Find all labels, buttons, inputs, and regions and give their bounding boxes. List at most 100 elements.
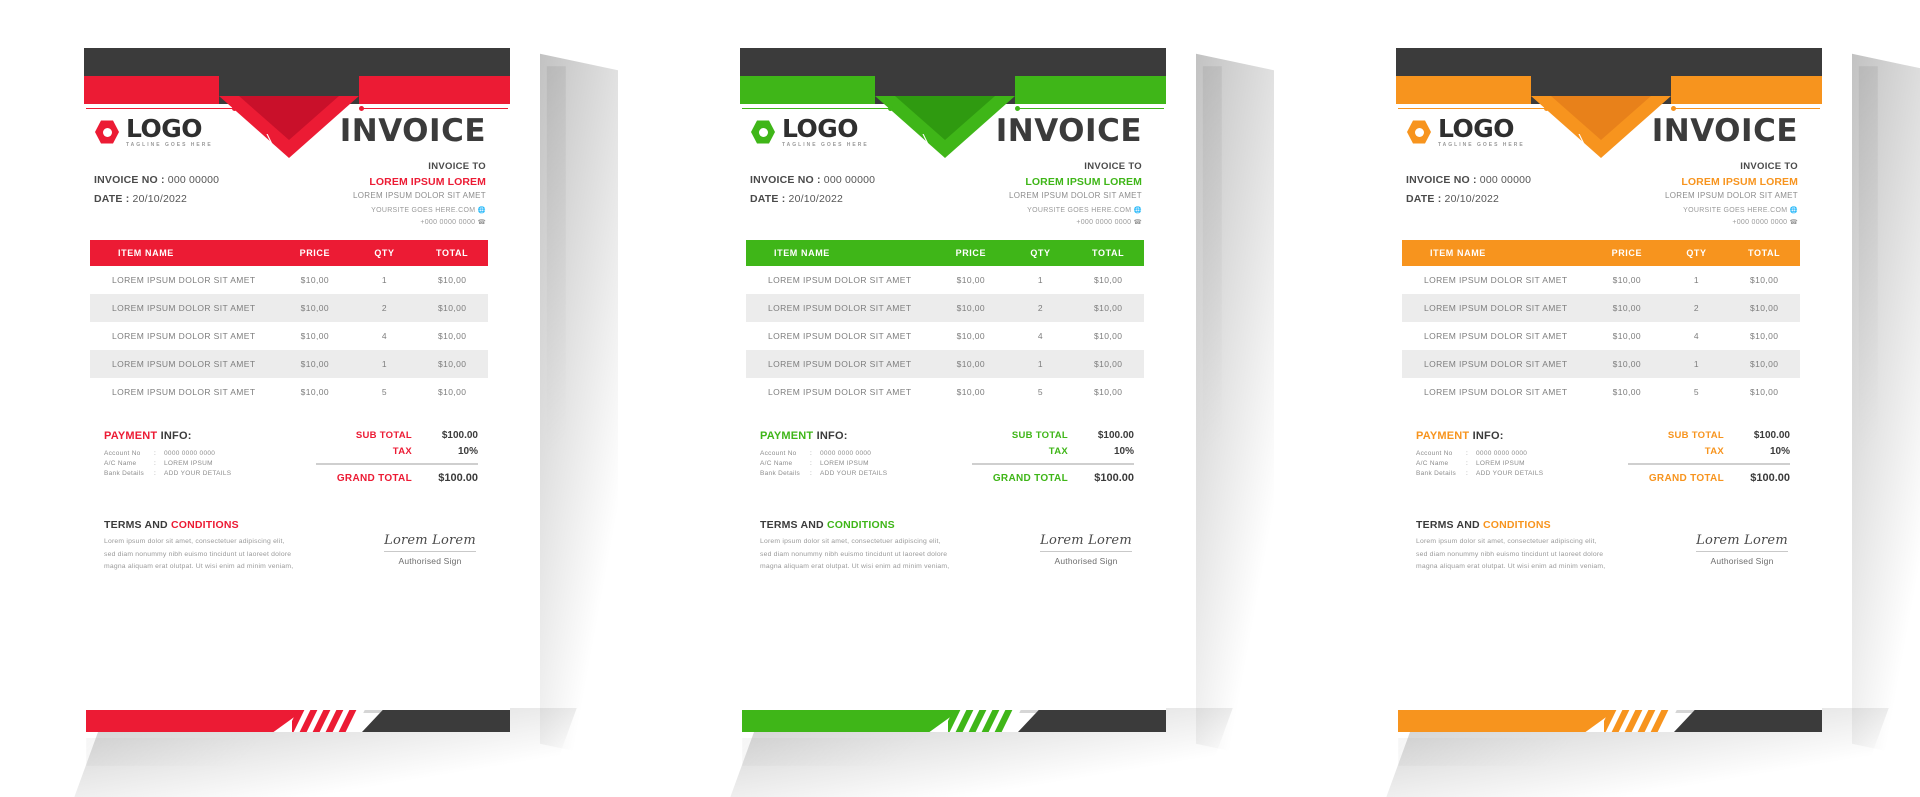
- payment-detail-separator: :: [154, 470, 157, 477]
- table-row: LOREM IPSUM DOLOR SIT AMET $10,00 5 $10,00: [90, 378, 488, 406]
- payment-detail-value: LOREM IPSUM: [1476, 460, 1525, 467]
- table-row: LOREM IPSUM DOLOR SIT AMET $10,00 1 $10,00: [90, 350, 488, 378]
- footer-accent-bar: [86, 710, 304, 732]
- footer-stripes: [292, 710, 372, 732]
- column-header-qty: QTY: [1030, 248, 1051, 258]
- terms-section: TERMS AND CONDITIONS Lorem ipsum dolor si…: [1402, 519, 1800, 574]
- invoice-date-label: DATE :: [750, 193, 789, 205]
- invoice-to-phone: +000 0000 0000 ☎: [340, 218, 486, 226]
- hexagon-logo-icon: [750, 119, 776, 145]
- cell-price: $10,00: [300, 359, 330, 369]
- logo-hex-center: [102, 127, 112, 137]
- terms-title: TERMS AND CONDITIONS: [104, 519, 294, 531]
- cell-item-name: LOREM IPSUM DOLOR SIT AMET: [112, 331, 256, 341]
- table-row: LOREM IPSUM DOLOR SIT AMET $10,00 2 $10,00: [1402, 294, 1800, 322]
- sub-total-label: SUB TOTAL: [355, 430, 412, 441]
- column-header-price: PRICE: [955, 248, 987, 258]
- grand-total-value: $100.00: [1094, 472, 1134, 484]
- header-dot-right: [359, 106, 364, 111]
- header-left: LOGO TAGLINE GOES HERE INVOICE NO : 000 00…: [94, 116, 219, 226]
- invoice-number-value: 000 00000: [167, 174, 220, 186]
- invoice-number: INVOICE NO : 000 00000: [750, 174, 875, 186]
- table-row: LOREM IPSUM DOLOR SIT AMET $10,00 5 $10,00: [1402, 378, 1800, 406]
- grand-total-label: GRAND TOTAL: [1648, 472, 1724, 484]
- logo-hex-center: [758, 127, 768, 137]
- cell-item-name: LOREM IPSUM DOLOR SIT AMET: [112, 359, 256, 369]
- tax-label: TAX: [392, 446, 412, 457]
- logo-wordmark: LOGO: [782, 114, 859, 143]
- payment-info-title-accent: PAYMENT: [760, 430, 817, 442]
- cell-total: $10,00: [1093, 303, 1123, 313]
- terms-title: TERMS AND CONDITIONS: [760, 519, 950, 531]
- header-body: LOGO TAGLINE GOES HERE INVOICE NO : 000 00…: [724, 114, 1166, 227]
- cell-price: $10,00: [956, 387, 986, 397]
- cell-price: $10,00: [956, 303, 986, 313]
- invoice-date-label: DATE :: [94, 193, 133, 205]
- cell-price: $10,00: [1612, 303, 1642, 313]
- cell-price: $10,00: [300, 303, 330, 313]
- cell-total: $10,00: [1093, 275, 1123, 285]
- cell-qty: 1: [1693, 359, 1700, 369]
- website-text: YOURSITE GOES HERE.COM: [1683, 207, 1790, 214]
- terms-and-conditions: TERMS AND CONDITIONS Lorem ipsum dolor si…: [90, 519, 294, 574]
- logo: LOGO TAGLINE GOES HERE: [94, 116, 219, 148]
- globe-icon: 🌐: [1789, 207, 1798, 214]
- invoice-to-website: YOURSITE GOES HERE.COM 🌐: [340, 206, 486, 214]
- invoice-header: LOGO TAGLINE GOES HERE INVOICE NO : 000 00…: [724, 48, 1166, 227]
- footer-dark-bar: [1674, 710, 1822, 732]
- cell-qty: 4: [1037, 331, 1044, 341]
- cell-qty: 1: [1037, 359, 1044, 369]
- payment-info-title-accent: PAYMENT: [1416, 430, 1473, 442]
- terms-body-text: Lorem ipsum dolor sit amet, consectetuer…: [760, 538, 950, 571]
- invoice-footer: [724, 710, 1166, 732]
- invoice-to-name: LOREM IPSUM LOREM: [1681, 176, 1798, 188]
- invoice-to-website: YOURSITE GOES HERE.COM 🌐: [996, 206, 1142, 214]
- invoice-to-phone: +000 0000 0000 ☎: [996, 218, 1142, 226]
- invoice-header: LOGO TAGLINE GOES HERE INVOICE NO : 000 00…: [68, 48, 510, 226]
- payment-info-title-accent: PAYMENT: [104, 430, 161, 442]
- signature-line: [1040, 551, 1132, 552]
- totals-row: GRAND TOTAL $100.00: [1628, 472, 1790, 484]
- cell-qty: 2: [381, 303, 388, 313]
- column-header-qty: QTY: [374, 248, 395, 258]
- sub-total-value: $100.00: [441, 430, 478, 441]
- cell-qty: 1: [381, 275, 388, 285]
- terms-title-dark: TERMS AND: [760, 519, 827, 531]
- items-table: ITEM NAME PRICE QTY TOTAL LOREM IPSUM DOLOR …: [746, 240, 1144, 406]
- invoice-number-label: INVOICE NO :: [94, 174, 168, 186]
- website-text: YOURSITE GOES HERE.COM: [1027, 207, 1134, 214]
- logo-wordmark: LOGO: [1438, 114, 1515, 143]
- logo: LOGO TAGLINE GOES HERE: [1406, 116, 1531, 148]
- header-hairline-left: [742, 108, 890, 109]
- cell-item-name: LOREM IPSUM DOLOR SIT AMET: [1424, 359, 1568, 369]
- terms-and-conditions: TERMS AND CONDITIONS Lorem ipsum dolor si…: [1402, 519, 1606, 574]
- website-text: YOURSITE GOES HERE.COM: [371, 207, 478, 214]
- payment-detail-key: Bank Details: [1416, 470, 1457, 477]
- sub-total-value: $100.00: [1753, 430, 1790, 441]
- invoice-date: DATE : 20/10/2022: [750, 193, 875, 205]
- table-row: LOREM IPSUM DOLOR SIT AMET $10,00 1 $10,00: [1402, 350, 1800, 378]
- payment-detail-row: Account No:0000 0000 0000: [104, 450, 231, 457]
- payment-detail-separator: :: [810, 450, 813, 457]
- cell-item-name: LOREM IPSUM DOLOR SIT AMET: [1424, 331, 1568, 341]
- table-row: LOREM IPSUM DOLOR SIT AMET $10,00 1 $10,00: [746, 350, 1144, 378]
- column-header-total: TOTAL: [436, 248, 469, 258]
- logo-wordmark: LOGO: [126, 114, 203, 143]
- cell-total: $10,00: [1749, 275, 1779, 285]
- cell-item-name: LOREM IPSUM DOLOR SIT AMET: [112, 303, 256, 313]
- invoice-to-address: LOREM IPSUM DOLOR SIT AMET: [352, 191, 486, 200]
- cell-price: $10,00: [956, 359, 986, 369]
- payment-detail-value: 0000 0000 0000: [820, 450, 872, 457]
- totals-box: SUB TOTAL $100.00 TAX 10% GRAND TOTAL $100.00: [1628, 430, 1800, 489]
- payment-detail-separator: :: [1466, 470, 1469, 477]
- signature-name: Lorem Lorem: [1696, 533, 1788, 548]
- signature-line: [384, 551, 476, 552]
- totals-row: TAX 10%: [972, 446, 1134, 457]
- header-hairline-right: [1016, 108, 1164, 109]
- logo-text: LOGO TAGLINE GOES HERE: [1438, 116, 1525, 148]
- payment-detail-value: 0000 0000 0000: [164, 450, 216, 457]
- sub-total-value: $100.00: [1097, 430, 1134, 441]
- payment-info: PAYMENT INFO: Account No:0000 0000 0000 A/…: [1402, 430, 1543, 489]
- column-header-total: TOTAL: [1748, 248, 1781, 258]
- cell-item-name: LOREM IPSUM DOLOR SIT AMET: [768, 387, 912, 397]
